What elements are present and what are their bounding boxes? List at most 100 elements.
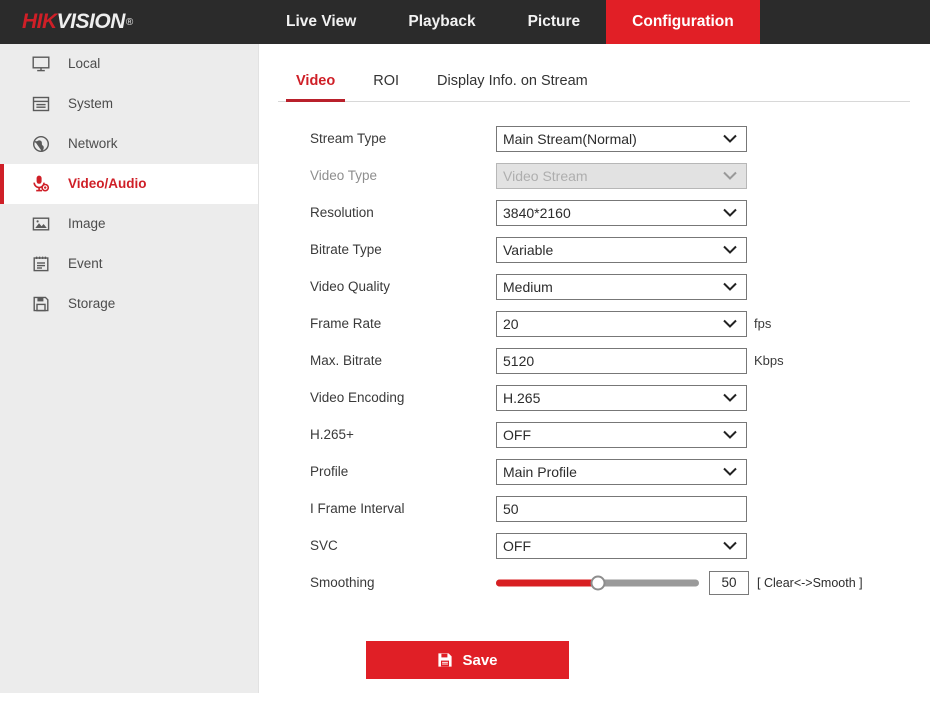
label-i-frame-interval: I Frame Interval bbox=[310, 501, 405, 516]
sidebar-bottom-strip bbox=[0, 693, 260, 700]
sidebar-item-label-image: Image bbox=[68, 216, 106, 232]
label-stream-type: Stream Type bbox=[310, 131, 387, 146]
field-row-video-quality: Video Quality Medium bbox=[310, 268, 930, 305]
nav-tab-live-view[interactable]: Live View bbox=[260, 0, 382, 44]
globe-icon bbox=[28, 131, 54, 157]
sidebar-item-label-system: System bbox=[68, 96, 114, 112]
tab-roi[interactable]: ROI bbox=[363, 73, 409, 101]
label-profile: Profile bbox=[310, 464, 349, 479]
label-video-quality: Video Quality bbox=[310, 279, 391, 294]
monitor-icon bbox=[28, 51, 54, 77]
select-video-quality[interactable]: Medium bbox=[496, 273, 747, 300]
sidebar-item-local[interactable]: Local bbox=[0, 44, 258, 84]
field-row-svc: SVC OFF bbox=[310, 527, 930, 564]
field-row-frame-rate: Frame Rate 20 fps bbox=[310, 305, 930, 342]
sidebar-item-label-video-audio: Video/Audio bbox=[68, 176, 147, 192]
floppy-disk-icon bbox=[28, 291, 54, 317]
label-h265-plus: H.265+ bbox=[310, 427, 354, 442]
tab-video[interactable]: Video bbox=[286, 73, 346, 102]
select-svc[interactable]: OFF bbox=[496, 532, 747, 559]
configuration-sidebar: Local System Network Video/Audio Image E… bbox=[0, 44, 260, 700]
save-row: Save bbox=[310, 601, 930, 679]
field-row-video-type: Video Type Video Stream bbox=[310, 157, 930, 194]
control-video-encoding: H.265 bbox=[496, 384, 747, 411]
field-row-profile: Profile Main Profile bbox=[310, 453, 930, 490]
nav-tab-playback[interactable]: Playback bbox=[382, 0, 501, 44]
field-row-h265-plus: H.265+ OFF bbox=[310, 416, 930, 453]
input-i-frame-interval[interactable] bbox=[496, 495, 747, 522]
sidebar-item-storage[interactable]: Storage bbox=[0, 284, 258, 324]
smoothing-hint-label: [ Clear<->Smooth ] bbox=[757, 575, 863, 590]
sidebar-item-label-local: Local bbox=[68, 56, 101, 72]
select-video-type: Video Stream bbox=[496, 162, 747, 189]
notepad-icon bbox=[28, 251, 54, 277]
control-frame-rate: 20 bbox=[496, 310, 747, 337]
field-row-smoothing: Smoothing [ Clear<->Smooth ] bbox=[310, 564, 930, 601]
sidebar-item-network[interactable]: Network bbox=[0, 124, 258, 164]
control-stream-type: Main Stream(Normal) bbox=[496, 125, 747, 152]
unit-frame-rate: fps bbox=[754, 316, 772, 331]
save-floppy-icon bbox=[437, 652, 453, 668]
input-max-bitrate[interactable] bbox=[496, 347, 747, 374]
control-i-frame-interval bbox=[496, 495, 747, 522]
label-svc: SVC bbox=[310, 538, 338, 553]
field-row-resolution: Resolution 3840*2160 bbox=[310, 194, 930, 231]
picture-icon bbox=[28, 211, 54, 237]
camera-configuration-page: HIK VISION ® Live View Playback Picture Co… bbox=[0, 0, 930, 707]
tab-display-info-on-stream[interactable]: Display Info. on Stream bbox=[427, 73, 598, 101]
save-button-label: Save bbox=[462, 651, 498, 669]
unit-max-bitrate: Kbps bbox=[754, 353, 784, 368]
select-stream-type[interactable]: Main Stream(Normal) bbox=[496, 125, 747, 152]
main-navigation: Live View Playback Picture Configuration bbox=[260, 0, 930, 44]
slider-handle[interactable] bbox=[590, 575, 605, 590]
select-h265-plus[interactable]: OFF bbox=[496, 421, 747, 448]
field-row-max-bitrate: Max. Bitrate Kbps bbox=[310, 342, 930, 379]
input-smoothing-value[interactable] bbox=[709, 570, 749, 595]
select-resolution[interactable]: 3840*2160 bbox=[496, 199, 747, 226]
registered-trademark-icon: ® bbox=[125, 16, 133, 28]
select-profile[interactable]: Main Profile bbox=[496, 458, 747, 485]
label-video-encoding: Video Encoding bbox=[310, 390, 405, 405]
control-max-bitrate bbox=[496, 347, 747, 374]
hikvision-logo: HIK VISION ® bbox=[0, 0, 260, 44]
video-settings-form: Stream Type Main Stream(Normal) Video Ty… bbox=[260, 102, 930, 679]
label-bitrate-type: Bitrate Type bbox=[310, 242, 382, 257]
save-button[interactable]: Save bbox=[366, 641, 569, 679]
sidebar-item-system[interactable]: System bbox=[0, 84, 258, 124]
slider-fill bbox=[496, 579, 598, 586]
sidebar-item-video-audio[interactable]: Video/Audio bbox=[0, 164, 258, 204]
video-settings-panel: Video ROI Display Info. on Stream Stream… bbox=[260, 44, 930, 707]
field-row-bitrate-type: Bitrate Type Variable bbox=[310, 231, 930, 268]
microphone-icon bbox=[28, 171, 54, 197]
control-svc: OFF bbox=[496, 532, 747, 559]
sidebar-item-label-network: Network bbox=[68, 136, 118, 152]
logo-text-vision: VISION bbox=[56, 10, 126, 33]
label-frame-rate: Frame Rate bbox=[310, 316, 382, 331]
select-bitrate-type[interactable]: Variable bbox=[496, 236, 747, 263]
nav-tab-picture[interactable]: Picture bbox=[502, 0, 607, 44]
logo-text-hik: HIK bbox=[22, 10, 57, 33]
control-resolution: 3840*2160 bbox=[496, 199, 747, 226]
nav-tab-configuration[interactable]: Configuration bbox=[606, 0, 760, 44]
control-video-quality: Medium bbox=[496, 273, 747, 300]
select-frame-rate[interactable]: 20 bbox=[496, 310, 747, 337]
control-h265-plus: OFF bbox=[496, 421, 747, 448]
sidebar-item-image[interactable]: Image bbox=[0, 204, 258, 244]
label-resolution: Resolution bbox=[310, 205, 374, 220]
field-row-i-frame-interval: I Frame Interval bbox=[310, 490, 930, 527]
label-max-bitrate: Max. Bitrate bbox=[310, 353, 383, 368]
content-tabbar: Video ROI Display Info. on Stream bbox=[278, 56, 910, 102]
top-header: HIK VISION ® Live View Playback Picture Co… bbox=[0, 0, 930, 44]
sidebar-item-label-event: Event bbox=[68, 256, 103, 272]
sidebar-item-label-storage: Storage bbox=[68, 296, 116, 312]
window-icon bbox=[28, 91, 54, 117]
smoothing-slider[interactable] bbox=[496, 570, 699, 596]
sidebar-item-event[interactable]: Event bbox=[0, 244, 258, 284]
control-profile: Main Profile bbox=[496, 458, 747, 485]
label-video-type: Video Type bbox=[310, 168, 378, 183]
field-row-stream-type: Stream Type Main Stream(Normal) bbox=[310, 120, 930, 157]
select-video-encoding[interactable]: H.265 bbox=[496, 384, 747, 411]
control-video-type: Video Stream bbox=[496, 162, 747, 189]
field-row-video-encoding: Video Encoding H.265 bbox=[310, 379, 930, 416]
label-smoothing: Smoothing bbox=[310, 575, 375, 590]
